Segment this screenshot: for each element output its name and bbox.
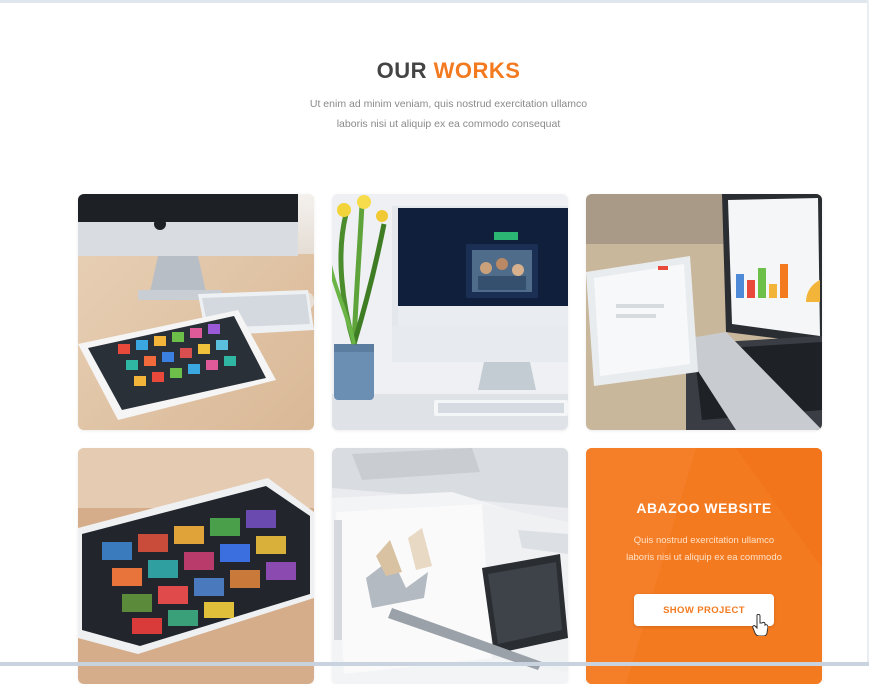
laptop-tablet-chart-photo: [586, 194, 822, 430]
project-description: Quis nostrud exercitation ullamco labori…: [606, 532, 802, 566]
section-subtitle: Ut enim ad minim veniam, quis nostrud ex…: [0, 94, 869, 134]
bottom-border: [0, 662, 869, 666]
portfolio-item-overlay[interactable]: ABAZOO WEBSITE Quis nostrud exercitation…: [586, 448, 822, 684]
notebook-tablet-photo: [332, 448, 568, 684]
section-title-part1: OUR: [376, 58, 434, 83]
hand-cursor-icon: [752, 614, 768, 636]
portfolio-item-2[interactable]: [332, 194, 568, 430]
section-title-accent: WORKS: [433, 58, 521, 83]
portfolio-item-5[interactable]: [332, 448, 568, 684]
portfolio-item-3[interactable]: [586, 194, 822, 430]
overlay-texture: [586, 448, 822, 684]
portfolio-item-1[interactable]: [78, 194, 314, 430]
project-description-line-2: laboris nisi ut aliquip ex ea commodo: [626, 552, 782, 563]
tablet-apps-photo: [78, 448, 314, 684]
project-description-line-1: Quis nostrud exercitation ullamco: [633, 535, 775, 546]
section-title: OUR WORKS: [0, 58, 869, 84]
subtitle-line-1: Ut enim ad minim veniam, quis nostrud ex…: [309, 98, 588, 110]
subtitle-line-2: laboris nisi ut aliquip ex ea commodo co…: [336, 118, 561, 130]
top-border: [0, 0, 869, 3]
project-title: ABAZOO WEBSITE: [636, 500, 772, 516]
portfolio-item-4[interactable]: [78, 448, 314, 684]
imac-plant-photo: [332, 194, 568, 430]
imac-tablet-photo: [78, 194, 314, 430]
